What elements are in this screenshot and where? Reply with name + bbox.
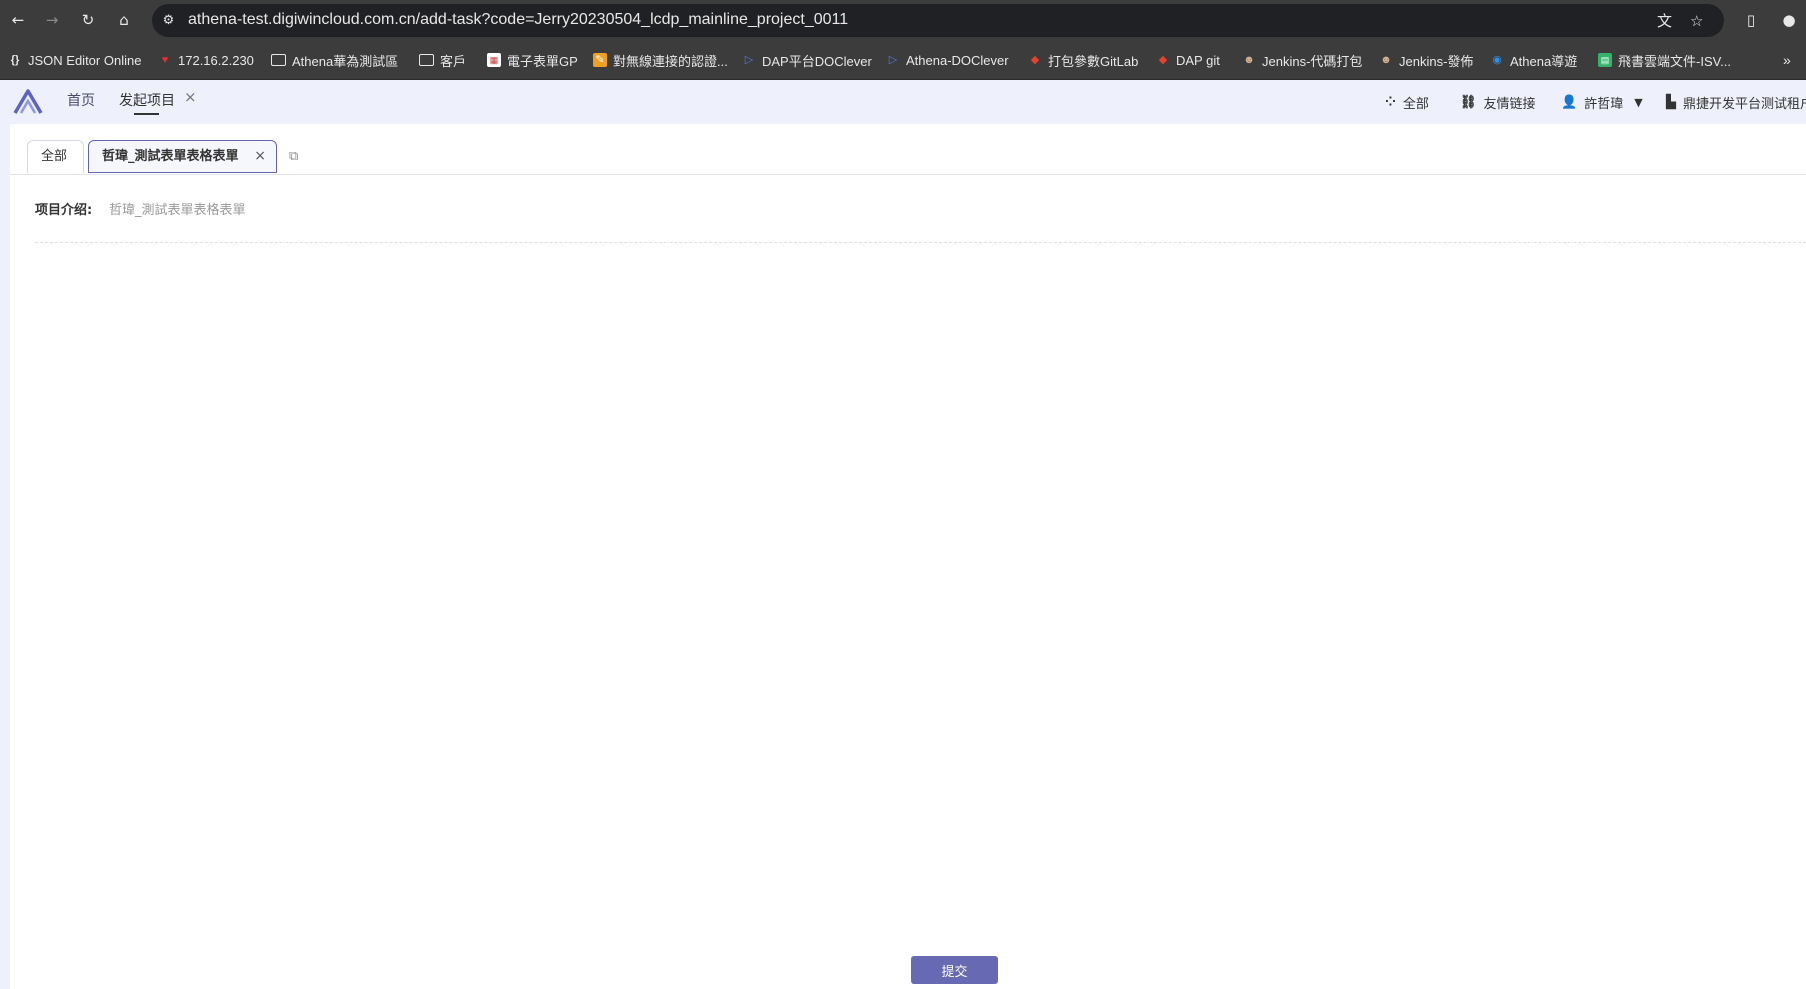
- athena-logo-icon[interactable]: [13, 89, 43, 115]
- url-text[interactable]: athena-test.digiwincloud.com.cn/add-task…: [188, 11, 848, 29]
- user-icon: 👤: [1561, 95, 1578, 110]
- bookmark-item[interactable]: ◉ Athena導遊: [1490, 51, 1577, 69]
- bookmark-item[interactable]: ▷ Athena-DOClever: [886, 51, 1009, 69]
- user-menu[interactable]: 👤 許哲瑋 ▼: [1561, 93, 1643, 112]
- forward-icon[interactable]: →: [43, 11, 61, 29]
- main-panel: 全部 哲瑋_測試表單表格表單 × ⧉ 项目介绍: 哲瑋_測試表單表格表單 提交: [10, 124, 1806, 989]
- tab-current-project-label: 哲瑋_測試表單表格表單: [102, 149, 239, 164]
- bookmark-item[interactable]: ◆ 打包參數GitLab: [1028, 51, 1139, 69]
- bookmark-item[interactable]: Athena華為測試區: [271, 51, 398, 69]
- reload-icon[interactable]: ↻: [79, 11, 97, 29]
- bookmark-item[interactable]: ☻ Jenkins-代碼打包: [1242, 51, 1362, 69]
- friendly-links-button[interactable]: ⛓ 友情链接: [1460, 93, 1536, 112]
- jenkins-icon: ☻: [1243, 54, 1255, 66]
- address-bar[interactable]: ⚙ athena-test.digiwincloud.com.cn/add-ta…: [152, 4, 1724, 37]
- bookmark-item[interactable]: ◆ DAP git: [1156, 51, 1220, 69]
- header-tab-home[interactable]: 首页: [67, 90, 95, 110]
- folder-icon: [419, 54, 434, 66]
- app-header: 首页 发起项目 × ⁘ 全部 ⛓ 友情链接 👤 許哲瑋 ▼ ▙ 鼎捷开发平台测试租户: [0, 80, 1806, 124]
- translate-icon[interactable]: 文: [1657, 13, 1672, 29]
- building-icon: ▙: [1666, 95, 1676, 110]
- dropdown-caret-icon: ▼: [1634, 96, 1643, 109]
- project-intro-value: 哲瑋_測試表單表格表單: [109, 203, 246, 218]
- link-icon: ⛓: [1460, 95, 1477, 110]
- bookmark-item[interactable]: ♥ 172.16.2.230: [158, 51, 254, 69]
- home-icon[interactable]: ⌂: [115, 11, 133, 29]
- tab-all[interactable]: 全部: [27, 140, 84, 173]
- close-icon[interactable]: ×: [184, 88, 197, 106]
- profile-icon[interactable]: ●: [1780, 11, 1798, 29]
- bookmark-item[interactable]: {} JSON Editor Online: [8, 51, 142, 69]
- gitlab-icon: ◆: [1030, 54, 1040, 66]
- star-icon[interactable]: ☆: [1690, 13, 1703, 29]
- bookmark-item[interactable]: ☻ Jenkins-發佈: [1379, 51, 1473, 69]
- folder-icon: [271, 54, 286, 66]
- tenant-switcher[interactable]: ▙ 鼎捷开发平台测试租户: [1666, 93, 1806, 112]
- bookmark-item[interactable]: ▤ 飛書雲端文件-ISV...: [1598, 51, 1731, 69]
- globe-icon: ◉: [1492, 54, 1502, 66]
- grid-icon: ⁘: [1385, 95, 1396, 110]
- bookmark-item[interactable]: ▦ 電子表單GP: [487, 51, 578, 69]
- more-bookmarks-icon[interactable]: »: [1783, 51, 1791, 69]
- sheet-icon: ▤: [1598, 53, 1612, 67]
- bookmark-item[interactable]: ▷ DAP平台DOClever: [742, 51, 872, 69]
- copy-icon[interactable]: ⧉: [289, 150, 303, 164]
- braces-icon: {}: [10, 54, 20, 66]
- side-panel-icon[interactable]: ▯: [1742, 11, 1760, 29]
- gitlab-icon: ◆: [1158, 54, 1168, 66]
- pen-icon: ✎: [593, 53, 607, 67]
- site-settings-icon[interactable]: ⚙: [160, 12, 177, 29]
- close-icon[interactable]: ×: [254, 141, 266, 172]
- browser-toolbar: ← → ↻ ⌂ ⚙ athena-test.digiwincloud.com.c…: [0, 0, 1806, 40]
- jenkins-icon: ☻: [1380, 54, 1392, 66]
- all-apps-button[interactable]: ⁘ 全部: [1385, 93, 1429, 112]
- bookmark-item[interactable]: ✎ 對無線連接的認證...: [593, 51, 728, 69]
- doclever-icon: ▷: [744, 54, 754, 66]
- submit-button[interactable]: 提交: [911, 956, 998, 984]
- header-tab-start-project[interactable]: 发起项目: [119, 90, 175, 110]
- bookmark-item[interactable]: 客戶: [419, 51, 466, 69]
- tab-current-project[interactable]: 哲瑋_測試表單表格表單 ×: [88, 140, 277, 173]
- bookmarks-bar: {} JSON Editor Online ♥ 172.16.2.230 Athen…: [0, 40, 1806, 80]
- back-icon[interactable]: ←: [9, 11, 27, 29]
- doclever-icon: ▷: [888, 54, 898, 66]
- project-intro-label: 项目介绍:: [35, 203, 93, 218]
- form-icon: ▦: [487, 53, 501, 67]
- shield-icon: ♥: [161, 54, 169, 66]
- project-tab-bar: 全部 哲瑋_測試表單表格表單 × ⧉: [10, 124, 1806, 175]
- divider: [35, 242, 1806, 243]
- active-tab-indicator: [134, 113, 159, 115]
